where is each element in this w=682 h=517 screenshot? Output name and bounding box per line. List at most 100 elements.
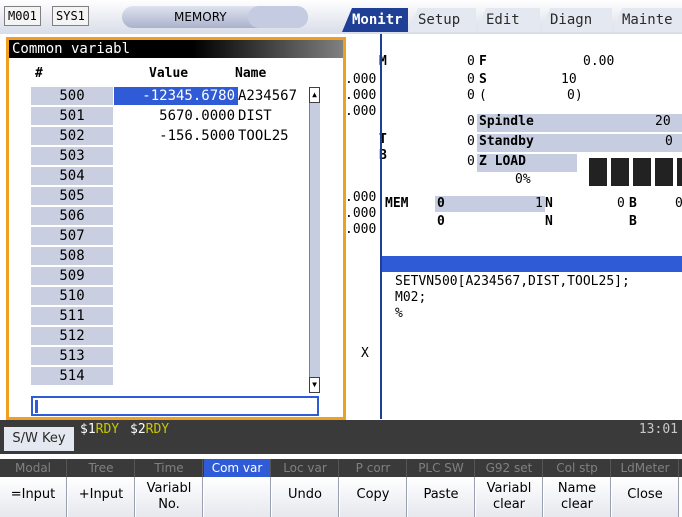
menu-button-line1: Copy xyxy=(356,487,390,502)
variable-name[interactable]: A234567 xyxy=(238,87,308,105)
variable-number: 504 xyxy=(31,167,113,185)
variable-value[interactable] xyxy=(114,227,238,245)
variable-value[interactable] xyxy=(114,167,238,185)
menu-button-line1: Variabl xyxy=(486,481,532,496)
menu-top-item[interactable]: Modal xyxy=(0,459,67,477)
variable-value[interactable] xyxy=(114,327,238,345)
menu-button-line2: clear xyxy=(492,497,526,512)
system-2-ready: RDY xyxy=(145,422,170,437)
menu-button-line1: Undo xyxy=(288,487,322,502)
variable-name[interactable] xyxy=(238,347,308,365)
menu-button[interactable]: =Input xyxy=(0,477,67,517)
variable-number: 501 xyxy=(31,107,113,125)
menu-top-item[interactable]: G92 set xyxy=(476,459,543,477)
variable-name[interactable] xyxy=(238,367,308,385)
variable-value[interactable]: 5670.0000 xyxy=(114,107,238,125)
standby-value: 0 xyxy=(665,134,673,149)
paren-value: 0) xyxy=(567,88,583,103)
variable-name[interactable] xyxy=(238,247,308,265)
menu-top-item[interactable]: P corr xyxy=(340,459,407,477)
menu-top-item[interactable]: Time xyxy=(136,459,203,477)
scroll-down-icon[interactable]: ▼ xyxy=(309,377,320,393)
menu-button[interactable]: Paste xyxy=(408,477,475,517)
menu-button-line1: Variabl xyxy=(146,481,192,496)
menu-button[interactable]: Name clear xyxy=(544,477,611,517)
menu-top-item[interactable]: Col stp xyxy=(544,459,611,477)
menu-button[interactable] xyxy=(204,477,271,517)
menu-top-item[interactable]: Com var xyxy=(204,459,271,477)
variable-number: 507 xyxy=(31,227,113,245)
variable-value[interactable] xyxy=(114,347,238,365)
variable-number: 512 xyxy=(31,327,113,345)
variable-name[interactable] xyxy=(238,227,308,245)
tab-maintenance[interactable]: Mainte xyxy=(612,8,682,32)
f-label: F xyxy=(479,54,487,69)
menu-top-item[interactable]: Tree xyxy=(68,459,135,477)
paren-open: ( xyxy=(479,88,487,103)
tab-monitor[interactable]: Monitr xyxy=(342,8,408,32)
variable-value[interactable] xyxy=(114,147,238,165)
variable-name[interactable] xyxy=(238,147,308,165)
variable-name[interactable] xyxy=(238,187,308,205)
zero-c: 0 xyxy=(675,196,682,211)
tab-setup[interactable]: Setup xyxy=(408,8,476,32)
scroll-up-icon[interactable]: ▲ xyxy=(309,87,320,103)
monitor-panel: M .000 .000 .000 T B 0 F 0.00 0 S 10 0 (… xyxy=(345,34,682,419)
variable-number: 513 xyxy=(31,347,113,365)
variable-value[interactable] xyxy=(114,287,238,305)
menu-button-line2: clear xyxy=(560,497,594,512)
variable-name[interactable] xyxy=(238,327,308,345)
menu-top-item[interactable]: LdMeter xyxy=(612,459,679,477)
variable-name[interactable]: TOOL25 xyxy=(238,127,308,145)
zload-label: Z LOAD xyxy=(479,154,526,169)
variable-value[interactable] xyxy=(114,307,238,325)
variable-value[interactable] xyxy=(114,367,238,385)
mem-o1: 0 xyxy=(437,196,445,211)
zload-percent: 0% xyxy=(515,172,531,187)
menu-button[interactable]: Variabl clear xyxy=(476,477,543,517)
variable-value[interactable] xyxy=(114,267,238,285)
variable-value[interactable] xyxy=(114,207,238,225)
variable-number: 511 xyxy=(31,307,113,325)
variable-name[interactable] xyxy=(238,287,308,305)
menu-button[interactable]: Close xyxy=(612,477,679,517)
menu-button-line2: No. xyxy=(158,497,180,512)
variable-input[interactable] xyxy=(31,396,319,416)
menu-top-item[interactable]: PLC SW xyxy=(408,459,475,477)
variable-name[interactable] xyxy=(238,307,308,325)
scrollbar[interactable] xyxy=(309,87,320,393)
program-line-2: M02; xyxy=(395,290,427,305)
menu-button[interactable]: Variabl No. xyxy=(136,477,203,517)
f-value: 0.00 xyxy=(583,54,615,69)
variable-name[interactable] xyxy=(238,167,308,185)
variable-value[interactable] xyxy=(114,187,238,205)
menu-button[interactable]: Undo xyxy=(272,477,339,517)
menu-button[interactable]: Copy xyxy=(340,477,407,517)
tab-edit[interactable]: Edit xyxy=(476,8,540,32)
variable-value[interactable]: -156.5000 xyxy=(114,127,238,145)
variable-number: 508 xyxy=(31,247,113,265)
variable-name[interactable] xyxy=(238,267,308,285)
zero-4: 0 xyxy=(467,114,475,129)
variable-name[interactable]: DIST xyxy=(238,107,308,125)
s-label: S xyxy=(479,72,487,87)
menu-button[interactable]: +Input xyxy=(68,477,135,517)
machine-id: M001 xyxy=(4,6,41,26)
system-1-label: $1 xyxy=(80,422,96,437)
axis-value-1: .000 xyxy=(345,72,377,87)
variable-value[interactable] xyxy=(114,247,238,265)
axis-value-5: .000 xyxy=(345,206,377,221)
spindle-value: 20 xyxy=(655,114,671,129)
menu-top-item[interactable]: Loc var xyxy=(272,459,339,477)
mem-label: MEM xyxy=(385,196,409,211)
b-label-2: B xyxy=(629,196,637,211)
variable-number: 502 xyxy=(31,127,113,145)
variable-name[interactable] xyxy=(238,207,308,225)
menu-button-line1: Name xyxy=(557,481,597,496)
zero-b: 0 xyxy=(617,196,625,211)
system-1-status: $1RDY xyxy=(80,422,119,437)
tab-diagnosis[interactable]: Diagn xyxy=(540,8,612,32)
variable-value[interactable]: -12345.6780 xyxy=(114,87,238,105)
sw-key-button[interactable]: S/W Key xyxy=(4,427,74,451)
header-number: # xyxy=(35,66,43,81)
